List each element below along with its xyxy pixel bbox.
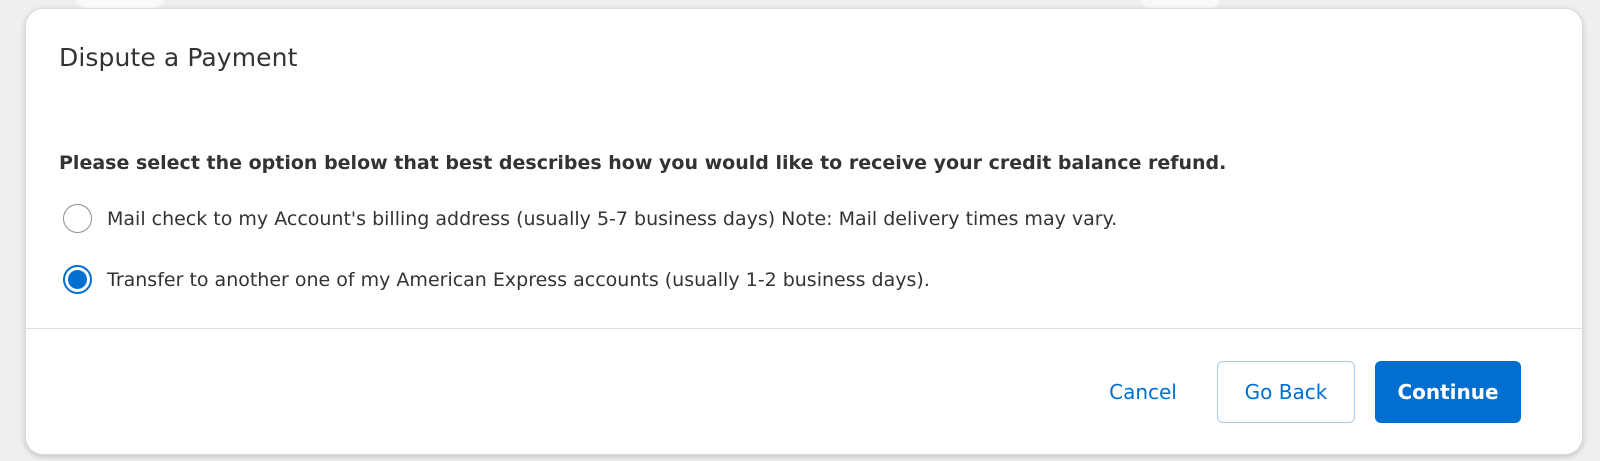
transfer-label[interactable]: Transfer to another one of my American E…: [107, 269, 930, 291]
dialog-title: Dispute a Payment: [59, 43, 298, 72]
cancel-button[interactable]: Cancel: [1088, 361, 1198, 423]
dispute-payment-dialog: Dispute a Payment Please select the opti…: [25, 8, 1583, 455]
transfer-radio[interactable]: [63, 265, 92, 294]
mail-check-label[interactable]: Mail check to my Account's billing addre…: [107, 208, 1117, 230]
go-back-button[interactable]: Go Back: [1217, 361, 1355, 423]
refund-option-transfer[interactable]: Transfer to another one of my American E…: [63, 265, 930, 294]
refund-method-prompt: Please select the option below that best…: [59, 152, 1227, 174]
continue-button[interactable]: Continue: [1375, 361, 1521, 423]
footer-divider: [26, 328, 1582, 329]
mail-check-radio[interactable]: [63, 204, 92, 233]
refund-option-mail-check[interactable]: Mail check to my Account's billing addre…: [63, 204, 1117, 233]
